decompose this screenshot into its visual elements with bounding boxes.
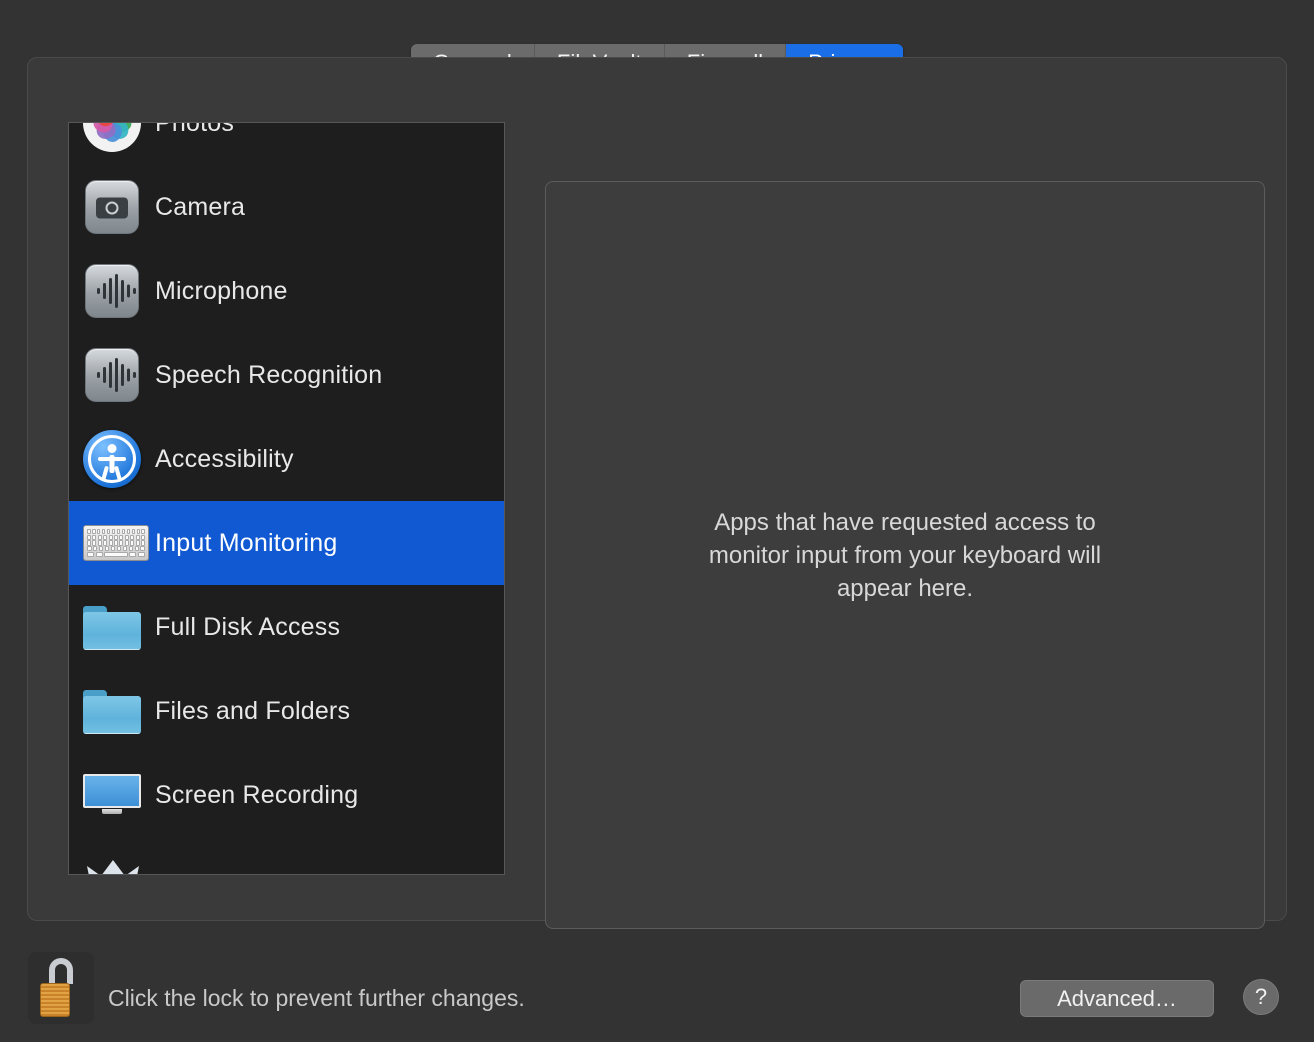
privacy-category-list[interactable]: Photos Camera Microphone Speech Recognit…	[68, 122, 505, 875]
sidebar-item-files-and-folders[interactable]: Files and Folders	[69, 669, 504, 753]
microphone-icon	[81, 260, 143, 322]
help-button[interactable]: ?	[1243, 979, 1279, 1015]
folder-icon	[81, 596, 143, 658]
sidebar-item-screen-recording-label: Screen Recording	[155, 780, 359, 809]
photos-icon	[81, 123, 143, 154]
display-monitor-icon	[81, 764, 143, 826]
keyboard-icon	[81, 512, 149, 574]
sidebar-item-photos-label: Photos	[155, 122, 235, 137]
sidebar-item-accessibility-label: Accessibility	[155, 444, 294, 473]
sidebar-item-files-and-folders-label: Files and Folders	[155, 696, 351, 725]
crown-icon	[81, 848, 143, 874]
accessibility-icon	[81, 428, 143, 490]
sidebar-item-camera-label: Camera	[155, 192, 246, 221]
sidebar-item-full-disk-access-label: Full Disk Access	[155, 612, 341, 641]
sidebar-item-photos[interactable]: Photos	[69, 122, 504, 165]
folder-icon	[81, 680, 143, 742]
advanced-button[interactable]: Advanced…	[1020, 980, 1214, 1017]
camera-icon	[81, 176, 143, 238]
sidebar-item-accessibility[interactable]: Accessibility	[69, 417, 504, 501]
privacy-pane-container: Photos Camera Microphone Speech Recognit…	[27, 57, 1287, 929]
help-button-label: ?	[1254, 984, 1268, 1009]
sidebar-item-screen-recording[interactable]: Screen Recording	[69, 753, 504, 837]
lock-message: Click the lock to prevent further change…	[108, 985, 525, 1011]
sidebar-item-input-monitoring-label: Input Monitoring	[155, 528, 338, 557]
unlocked-padlock-icon	[38, 958, 84, 1020]
sidebar-item-full-disk-access[interactable]: Full Disk Access	[69, 585, 504, 669]
sidebar-item-input-monitoring[interactable]: Input Monitoring	[69, 501, 504, 585]
empty-state-message: Apps that have requested access to monit…	[708, 508, 1102, 602]
sidebar-item-media-and-apple-music[interactable]	[69, 837, 504, 874]
sidebar-item-speech-recognition-label: Speech Recognition	[155, 360, 383, 389]
sidebar-item-microphone-label: Microphone	[155, 276, 288, 305]
speech-waveform-icon	[81, 344, 143, 406]
lock-button[interactable]	[28, 952, 94, 1024]
privacy-detail-panel: Apps that have requested access to monit…	[545, 181, 1265, 929]
privacy-category-scroll-content: Photos Camera Microphone Speech Recognit…	[69, 122, 504, 874]
sidebar-item-camera[interactable]: Camera	[69, 165, 504, 249]
sidebar-item-speech-recognition[interactable]: Speech Recognition	[69, 333, 504, 417]
advanced-button-label: Advanced…	[1057, 985, 1177, 1011]
sidebar-item-microphone[interactable]: Microphone	[69, 249, 504, 333]
